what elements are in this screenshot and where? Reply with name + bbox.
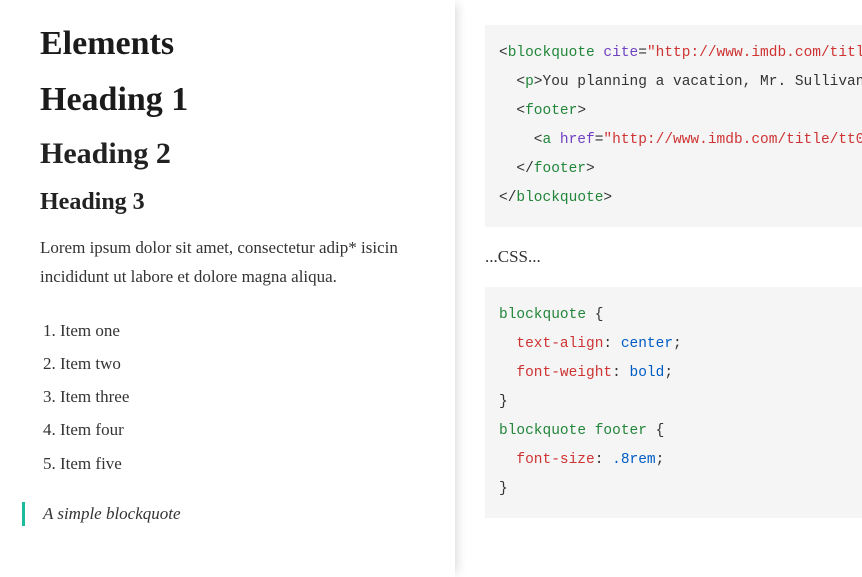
code-token: "http://www.imdb.com/title/tt0284 <box>603 132 862 148</box>
code-token: href <box>560 132 595 148</box>
code-token: font-size <box>516 452 594 468</box>
code-token: < <box>499 45 508 61</box>
code-token: > <box>586 161 595 177</box>
code-token: font-weight <box>516 365 612 381</box>
code-token: bold <box>630 365 665 381</box>
code-token: ; <box>673 336 682 352</box>
code-token: footer <box>595 423 647 439</box>
code-token <box>551 132 560 148</box>
code-token <box>586 423 595 439</box>
code-token: footer <box>534 161 586 177</box>
code-token: ; <box>664 365 673 381</box>
code-token <box>525 132 534 148</box>
code-token: = <box>638 45 647 61</box>
code-token: < <box>516 74 525 90</box>
paragraph-text: Lorem ipsum dolor sit amet, consectetur … <box>40 234 415 292</box>
html-code-block: <blockquote cite="http://www.imdb.com/ti… <box>485 25 862 227</box>
code-token: : <box>603 336 612 352</box>
heading-3: Heading 3 <box>40 189 415 216</box>
code-token: blockquote <box>499 307 586 323</box>
code-token <box>612 336 621 352</box>
list-item: Item one <box>60 317 415 344</box>
list-item: Item two <box>60 350 415 377</box>
list-item: Item four <box>60 416 415 443</box>
rendered-preview-pane: Elements Heading 1 Heading 2 Heading 3 L… <box>0 0 455 577</box>
code-token: < <box>534 132 543 148</box>
code-token <box>586 307 595 323</box>
code-token: } <box>499 394 508 410</box>
code-token: You planning a vacation, Mr. Sullivan? <box>543 74 862 90</box>
blockquote: A simple blockquote <box>22 502 415 526</box>
code-token: < <box>516 103 525 119</box>
code-token: .8rem <box>612 452 656 468</box>
code-token: } <box>499 481 508 497</box>
code-token: < <box>499 190 508 206</box>
heading-1: Heading 1 <box>40 81 415 119</box>
code-token: blockquote <box>508 45 595 61</box>
code-token: blockquote <box>516 190 603 206</box>
code-token: p <box>525 74 534 90</box>
ordered-list: Item one Item two Item three Item four I… <box>60 317 415 477</box>
code-token: cite <box>603 45 638 61</box>
code-token: > <box>577 103 586 119</box>
code-token: { <box>595 307 604 323</box>
page-title: Elements <box>40 25 415 63</box>
code-token <box>647 423 656 439</box>
code-token: < <box>516 161 525 177</box>
css-caption: ...CSS... <box>485 247 862 267</box>
code-token: > <box>603 190 612 206</box>
blockquote-text: A simple blockquote <box>43 504 181 523</box>
code-token: center <box>621 336 673 352</box>
code-token: "http://www.imdb.com/title/t <box>647 45 862 61</box>
code-token: footer <box>525 103 577 119</box>
code-token: : <box>612 365 621 381</box>
code-token: blockquote <box>499 423 586 439</box>
source-code-pane: <blockquote cite="http://www.imdb.com/ti… <box>455 0 862 577</box>
list-item: Item three <box>60 383 415 410</box>
code-token: > <box>534 74 543 90</box>
code-token: / <box>525 161 534 177</box>
code-token: ; <box>656 452 665 468</box>
list-item: Item five <box>60 450 415 477</box>
code-token: a <box>543 132 552 148</box>
css-code-block: blockquote { text-align: center; font-we… <box>485 287 862 518</box>
code-token <box>621 365 630 381</box>
code-token <box>603 452 612 468</box>
code-token: text-align <box>516 336 603 352</box>
code-token: { <box>656 423 665 439</box>
heading-2: Heading 2 <box>40 137 415 171</box>
